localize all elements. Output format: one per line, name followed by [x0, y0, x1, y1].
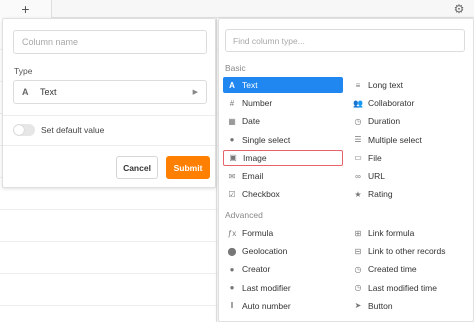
clock-icon: ◷ — [354, 283, 362, 293]
clock-icon: ◷ — [354, 264, 362, 274]
person-icon: ● — [229, 264, 235, 274]
type-option-label: Link formula — [368, 228, 415, 238]
type-option-label: Date — [242, 116, 260, 127]
type-option-label: Last modifier — [242, 282, 291, 293]
type-option-label: Created time — [368, 264, 417, 275]
toolbar: + ⚙ — [0, 0, 474, 18]
clock-icon: ◷ — [354, 116, 362, 126]
add-column-form: Type A Text ▶ Set default value Cancel S… — [2, 18, 216, 188]
checkbox-icon: ☑ — [228, 189, 236, 199]
type-option-label: Collaborator — [368, 98, 415, 109]
type-option-label: Button — [368, 300, 393, 311]
basic-section-label: Basic — [225, 63, 246, 73]
link-formula-icon: ⊞ — [354, 228, 362, 238]
text-icon: A — [229, 80, 235, 90]
type-option-label: Link to other records — [368, 246, 446, 257]
type-option-created-time[interactable]: ◷ Created time — [349, 261, 469, 277]
type-option-label: Checkbox — [242, 189, 280, 200]
formula-icon: ƒx — [227, 228, 237, 238]
column-type-picker: Basic A Text ≡ Long text # Number 👥 Collaborato… — [218, 18, 474, 322]
long-text-icon: ≡ — [355, 80, 361, 90]
type-option-label: Auto number — [242, 300, 291, 311]
person-icon: ● — [229, 283, 235, 293]
type-option-label: Duration — [368, 116, 401, 127]
advanced-section-label: Advanced — [225, 210, 263, 220]
column-type-value: Text — [40, 87, 57, 97]
add-column-button[interactable]: + — [0, 0, 52, 18]
single-select-icon: ● — [229, 135, 235, 145]
type-option-url[interactable]: ∞ URL — [349, 168, 469, 184]
type-option-label: Image — [243, 152, 267, 163]
type-option-label: Formula — [242, 228, 274, 238]
location-pin-icon: ⬤ — [227, 246, 237, 256]
type-label: Type — [14, 66, 33, 76]
type-option-geolocation[interactable]: ⬤ Geolocation — [223, 243, 343, 259]
type-option-button[interactable]: ➤ Button — [349, 298, 469, 314]
type-option-label: Email — [242, 171, 264, 181]
collaborator-icon: 👥 — [353, 98, 363, 108]
link-records-icon: ⊟ — [354, 246, 362, 256]
toggle-knob — [14, 125, 24, 135]
type-option-rating[interactable]: ★ Rating — [349, 186, 469, 202]
type-option-label: Number — [242, 98, 273, 109]
find-column-type-input[interactable] — [225, 29, 465, 52]
image-icon: ▣ — [229, 153, 237, 163]
column-name-input[interactable] — [13, 30, 207, 54]
type-option-file[interactable]: ▭ File — [349, 150, 469, 166]
type-option-label: Multiple select — [368, 134, 422, 145]
column-type-select[interactable]: A Text ▶ — [13, 80, 207, 104]
type-option-multiple-select[interactable]: ☰ Multiple select — [349, 132, 469, 148]
type-option-formula[interactable]: ƒx Formula — [223, 225, 343, 241]
auto-number-icon: ‖ — [230, 301, 234, 311]
text-icon: A — [22, 87, 29, 97]
type-option-label: Last modified time — [368, 282, 437, 293]
type-option-creator[interactable]: ● Creator — [223, 261, 343, 277]
star-icon: ★ — [354, 189, 362, 199]
cancel-button[interactable]: Cancel — [116, 156, 158, 179]
type-option-label: File — [368, 152, 382, 163]
type-option-image[interactable]: ▣ Image — [223, 149, 343, 166]
caret-right-icon: ▶ — [192, 89, 198, 96]
submit-button[interactable]: Submit — [166, 156, 210, 179]
file-icon: ▭ — [354, 153, 362, 163]
type-option-text[interactable]: A Text — [223, 77, 343, 93]
default-value-label: Set default value — [41, 125, 105, 135]
email-icon: ✉ — [228, 171, 236, 181]
type-option-label: Geolocation — [242, 246, 288, 257]
type-option-single-select[interactable]: ● Single select — [223, 132, 343, 148]
link-icon: ∞ — [355, 171, 361, 181]
default-value-toggle[interactable] — [13, 124, 35, 136]
calendar-icon: ▦ — [228, 116, 236, 126]
type-option-last-modifier[interactable]: ● Last modifier — [223, 280, 343, 296]
type-option-auto-number[interactable]: ‖ Auto number — [223, 298, 343, 314]
type-option-label: Creator — [242, 264, 271, 275]
gear-icon[interactable]: ⚙ — [452, 2, 466, 16]
number-icon: # — [229, 98, 235, 108]
type-option-label: URL — [368, 171, 386, 181]
type-option-label: Rating — [368, 189, 393, 200]
type-option-label: Single select — [242, 134, 291, 145]
type-option-long-text[interactable]: ≡ Long text — [349, 77, 469, 93]
type-option-link-formula[interactable]: ⊞ Link formula — [349, 225, 469, 241]
divider — [3, 145, 215, 146]
type-option-number[interactable]: # Number — [223, 95, 343, 111]
cursor-icon: ➤ — [354, 301, 362, 311]
type-option-label: Text — [242, 80, 258, 90]
type-option-duration[interactable]: ◷ Duration — [349, 113, 469, 129]
type-option-link-to-other-records[interactable]: ⊟ Link to other records — [349, 243, 469, 259]
type-option-email[interactable]: ✉ Email — [223, 168, 343, 184]
type-option-collaborator[interactable]: 👥 Collaborator — [349, 95, 469, 111]
type-option-last-modified-time[interactable]: ◷ Last modified time — [349, 280, 469, 296]
type-option-checkbox[interactable]: ☑ Checkbox — [223, 186, 343, 202]
type-option-label: Long text — [368, 80, 403, 90]
divider — [3, 115, 215, 116]
multiple-select-icon: ☰ — [354, 135, 362, 145]
grid-divider — [216, 18, 217, 322]
type-option-date[interactable]: ▦ Date — [223, 113, 343, 129]
